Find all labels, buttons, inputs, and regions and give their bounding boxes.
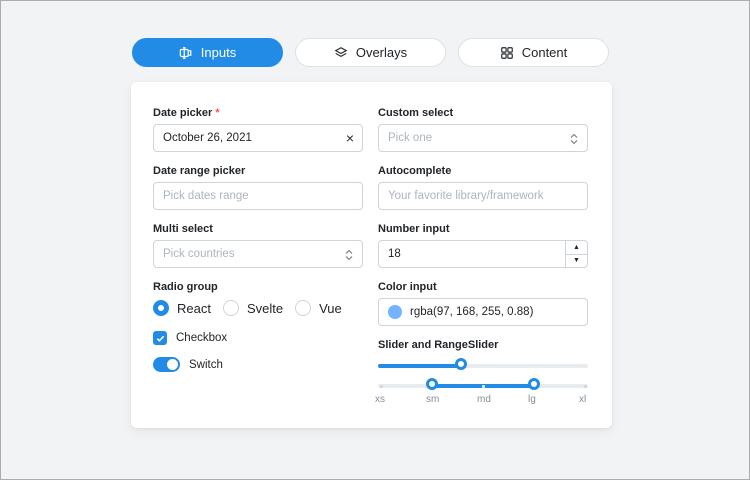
slider-mark [379, 384, 383, 388]
tab-inputs[interactable]: Inputs [132, 38, 283, 67]
range-thumb-start[interactable] [426, 378, 438, 390]
clear-icon[interactable]: × [346, 130, 354, 146]
radio-dot [295, 300, 312, 316]
slider-mark-label: lg [528, 394, 536, 405]
chevron-updown-icon [570, 133, 578, 145]
range-thumb-end[interactable] [528, 378, 540, 390]
multi-select-placeholder: Pick countries [163, 248, 235, 260]
number-stepper: ▲ ▼ [565, 241, 587, 267]
autocomplete-placeholder: Your favorite library/framework [388, 190, 544, 202]
layers-icon [334, 46, 348, 57]
custom-select-label: Custom select [378, 107, 454, 119]
slider-mark [583, 384, 587, 388]
required-mark: * [215, 107, 220, 119]
inputs-card: Date picker * October 26, 2021 × Date ran… [131, 82, 612, 428]
radio-label: React [177, 300, 211, 316]
radio-dot [222, 300, 239, 316]
slider-mark-label: md [477, 394, 491, 405]
multi-select-label: Multi select [153, 223, 213, 235]
slider[interactable] [378, 358, 588, 372]
radio-group: React Svelte Vue [153, 300, 354, 316]
date-range-placeholder: Pick dates range [163, 190, 249, 202]
slider-mark [481, 384, 485, 388]
slider-thumb[interactable] [454, 358, 467, 370]
custom-select-placeholder: Pick one [388, 132, 433, 144]
increment-button[interactable]: ▲ [566, 241, 587, 254]
radio-group-label: Radio group [153, 281, 218, 293]
slider-mark-label: sm [426, 394, 440, 405]
number-input[interactable]: 18 ▲ ▼ [378, 240, 588, 268]
checkbox[interactable]: Checkbox [153, 331, 227, 345]
tab-overlays[interactable]: Overlays [295, 38, 446, 67]
multi-select-input[interactable]: Pick countries [153, 240, 363, 268]
radio-label: Svelte [246, 300, 284, 316]
radio-react[interactable]: React [153, 300, 211, 316]
range-slider[interactable] [378, 378, 588, 392]
date-range-input[interactable]: Pick dates range [153, 182, 363, 210]
color-input[interactable]: rgba(97, 168, 255, 0.88) [378, 298, 588, 326]
date-picker-label: Date picker * [153, 107, 220, 119]
input-icon [179, 46, 192, 59]
number-input-label: Number input [378, 223, 450, 235]
tab-content[interactable]: Content [458, 38, 609, 67]
color-swatch[interactable] [388, 305, 402, 319]
checkbox-label: Checkbox [176, 332, 228, 344]
date-picker-input[interactable]: October 26, 2021 × [153, 124, 363, 152]
chevron-updown-icon [345, 249, 353, 261]
tab-bar: Inputs Overlays Content [132, 38, 609, 67]
color-input-label: Color input [378, 281, 437, 293]
autocomplete-label: Autocomplete [378, 165, 452, 177]
app-frame: Inputs Overlays Content Date picker * Oc… [0, 0, 750, 480]
grid-icon [500, 46, 513, 59]
slider-mark-label: xs [375, 394, 385, 405]
checkbox-box[interactable] [153, 331, 167, 345]
color-value: rgba(97, 168, 255, 0.88) [410, 306, 534, 318]
autocomplete-input[interactable]: Your favorite library/framework [378, 182, 588, 210]
slider-label: Slider and RangeSlider [378, 339, 499, 351]
date-picker-value: October 26, 2021 [163, 132, 252, 144]
slider-fill [378, 364, 461, 368]
check-icon [156, 335, 164, 342]
switch-track[interactable] [153, 357, 180, 372]
switch[interactable]: Switch [153, 357, 223, 372]
slider-mark-label: xl [579, 394, 587, 405]
date-range-label: Date range picker [153, 165, 246, 177]
radio-label: Vue [319, 300, 342, 316]
tab-label: Inputs [200, 45, 237, 60]
tab-label: Content [521, 45, 568, 60]
switch-knob [167, 359, 178, 370]
tab-label: Overlays [355, 45, 408, 60]
radio-svelte[interactable]: Svelte [222, 300, 284, 316]
custom-select-input[interactable]: Pick one [378, 124, 588, 152]
decrement-button[interactable]: ▼ [566, 253, 587, 268]
radio-dot [153, 300, 169, 316]
number-value: 18 [388, 248, 401, 260]
radio-vue[interactable]: Vue [295, 300, 342, 316]
switch-label: Switch [189, 358, 223, 371]
